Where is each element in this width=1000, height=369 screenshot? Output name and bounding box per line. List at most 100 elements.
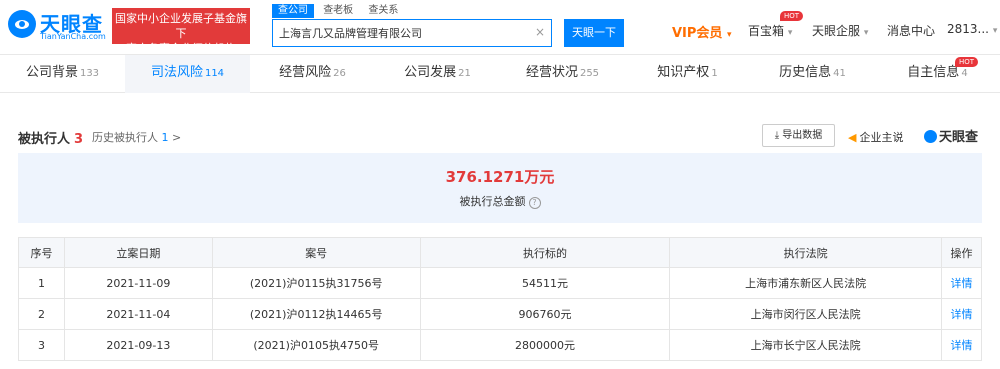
baibaoxiang-link[interactable]: 百宝箱 ▾ (748, 22, 792, 39)
tab-count: 26 (333, 68, 346, 79)
search-button[interactable]: 天眼一下 (564, 19, 624, 47)
company-statement-link[interactable]: ◀ 企业主说 (848, 129, 903, 145)
detail-link[interactable]: 详情 (941, 329, 982, 361)
cell-date: 2021-09-13 (63, 329, 213, 361)
tab-count: 41 (833, 68, 846, 79)
tab-company-background[interactable]: 公司背景 133 (0, 55, 125, 93)
table-row: 2 2021-11-04 (2021)沪0112执14465号 906760元 … (18, 298, 982, 330)
section-title-label: 被执行人 (18, 132, 71, 147)
history-count: 1 (161, 131, 169, 144)
cell-amount: 54511元 (419, 267, 671, 299)
user-menu[interactable]: 2813... ▾ (947, 22, 997, 36)
summary-box: 376.1271万元 被执行总金额? (18, 153, 982, 223)
tab-label: 自主信息 (907, 65, 960, 80)
top-bar: 天眼查 TianYanCha.com 国家中小企业发展子基金旗下 官方备案企业征… (0, 0, 1000, 55)
tab-count: 4 (961, 68, 968, 79)
tab-label: 公司发展 (404, 65, 457, 80)
tab-label: 公司背景 (25, 65, 78, 80)
tab-company-development[interactable]: 公司发展 21 (375, 55, 500, 93)
tab-label: 经营风险 (279, 65, 332, 80)
top-right-menu: VIP会员 ▾ 百宝箱 ▾ HOT 天眼企服 ▾ 消息中心 2813... ▾ (670, 0, 1000, 55)
history-label: 历史被执行人 (92, 131, 158, 144)
clear-icon[interactable]: × (535, 25, 545, 39)
gov-badge-line1: 国家中小企业发展子基金旗下 (115, 12, 247, 40)
cell-date: 2021-11-09 (63, 267, 213, 299)
user-label: 2813... (947, 22, 989, 36)
export-label: 导出数据 (782, 130, 823, 141)
tab-label: 知识产权 (657, 65, 710, 80)
qifu-label: 天眼企服 (812, 24, 861, 38)
eye-logo-icon (924, 130, 937, 143)
search-tab-relation[interactable]: 查关系 (362, 4, 404, 18)
col-header-action: 操作 (941, 237, 982, 268)
baibaoxiang-label: 百宝箱 (748, 24, 785, 38)
chevron-down-icon: ▾ (992, 26, 998, 36)
tab-count: 1 (711, 68, 718, 79)
tab-count: 255 (579, 68, 600, 79)
tab-count: 114 (204, 68, 225, 79)
amount-label-text: 被执行总金额 (459, 195, 526, 208)
export-data-button[interactable]: ⤓ 导出数据 (762, 124, 835, 147)
eye-logo-icon (8, 10, 36, 38)
chevron-down-icon: ▾ (787, 28, 793, 38)
tab-history-info[interactable]: 历史信息 41 (750, 55, 875, 93)
executed-table: 序号 立案日期 案号 执行标的 执行法院 操作 1 2021-11-09 (20… (18, 237, 982, 361)
cell-index: 2 (18, 298, 65, 330)
history-executed-link[interactable]: 历史被执行人 1 > (92, 129, 181, 145)
cell-court: 上海市浦东新区人民法院 (669, 267, 942, 299)
tab-count: 21 (458, 68, 471, 79)
tab-label: 经营状况 (525, 65, 578, 80)
logo[interactable]: 天眼查 TianYanCha.com (8, 8, 106, 44)
section-nav: 公司背景 133 司法风险 114 经营风险 26 公司发展 21 经营状况 255 知识… (0, 55, 1000, 93)
claim-label: 企业主说 (859, 131, 904, 144)
vip-link[interactable]: VIP会员 ▾ (672, 22, 732, 41)
table-row: 3 2021-09-13 (2021)沪0105执4750号 2800000元 … (18, 329, 982, 361)
tab-operating-risk[interactable]: 经营风险 26 (250, 55, 375, 93)
cell-case-number: (2021)沪0105执4750号 (211, 329, 421, 361)
table-header-row: 序号 立案日期 案号 执行标的 执行法院 操作 (18, 237, 982, 268)
message-center-link[interactable]: 消息中心 (887, 22, 935, 39)
section-title: 被执行人 3 (18, 128, 83, 147)
cell-date: 2021-11-04 (63, 298, 213, 330)
detail-link[interactable]: 详情 (941, 298, 982, 330)
megaphone-icon: ◀ (848, 131, 857, 144)
col-header-date: 立案日期 (63, 237, 213, 268)
detail-link[interactable]: 详情 (941, 267, 982, 299)
tab-label: 司法风险 (150, 65, 203, 80)
export-icon: ⤓ (774, 130, 780, 141)
col-header-amount: 执行标的 (419, 237, 671, 268)
col-header-index: 序号 (18, 237, 65, 268)
tab-legal-risk[interactable]: 司法风险 114 (125, 55, 250, 93)
cell-court: 上海市长宁区人民法院 (669, 329, 942, 361)
qifu-link[interactable]: 天眼企服 ▾ (812, 22, 868, 39)
cell-case-number: (2021)沪0115执31756号 (211, 267, 421, 299)
total-amount: 376.1271万元 (445, 168, 555, 186)
watermark-text: 天眼查 (939, 130, 979, 145)
section-count: 3 (74, 132, 84, 147)
executed-person-panel: 被执行人 3 历史被执行人 1 > ⤓ 导出数据 ◀ 企业主说 天眼查 376.12… (0, 93, 1000, 369)
tab-self-info[interactable]: 自主信息 4 (875, 55, 1000, 93)
cell-index: 1 (18, 267, 65, 299)
hot-badge: HOT (955, 57, 979, 67)
search-input[interactable] (273, 20, 523, 46)
search-tabs: 查公司 查老板 查关系 (272, 4, 404, 18)
gov-badge-line2: 官方备案企业征信机构 (126, 42, 236, 55)
logo-subtext: TianYanCha.com (40, 32, 106, 41)
hot-badge: HOT (780, 11, 804, 21)
search-box: × (272, 19, 552, 47)
help-icon[interactable]: ? (528, 197, 541, 209)
gov-badge[interactable]: 国家中小企业发展子基金旗下 官方备案企业征信机构 (112, 8, 250, 55)
tab-operating-status[interactable]: 经营状况 255 (500, 55, 625, 93)
col-header-court: 执行法院 (669, 237, 942, 268)
search-tab-company[interactable]: 查公司 (272, 4, 314, 18)
search-tab-boss[interactable]: 查老板 (317, 4, 359, 18)
table-row: 1 2021-11-09 (2021)沪0115执31756号 54511元 上… (18, 267, 982, 299)
tab-label: 历史信息 (779, 65, 832, 80)
tab-intellectual-property[interactable]: 知识产权 1 (625, 55, 750, 93)
tianyancha-watermark: 天眼查 (924, 126, 978, 145)
cell-amount: 906760元 (419, 298, 671, 330)
cell-case-number: (2021)沪0112执14465号 (211, 298, 421, 330)
search-area: 查公司 查老板 查关系 × 天眼一下 (272, 4, 624, 47)
cell-amount: 2800000元 (419, 329, 671, 361)
total-amount-label: 被执行总金额? (18, 193, 982, 209)
